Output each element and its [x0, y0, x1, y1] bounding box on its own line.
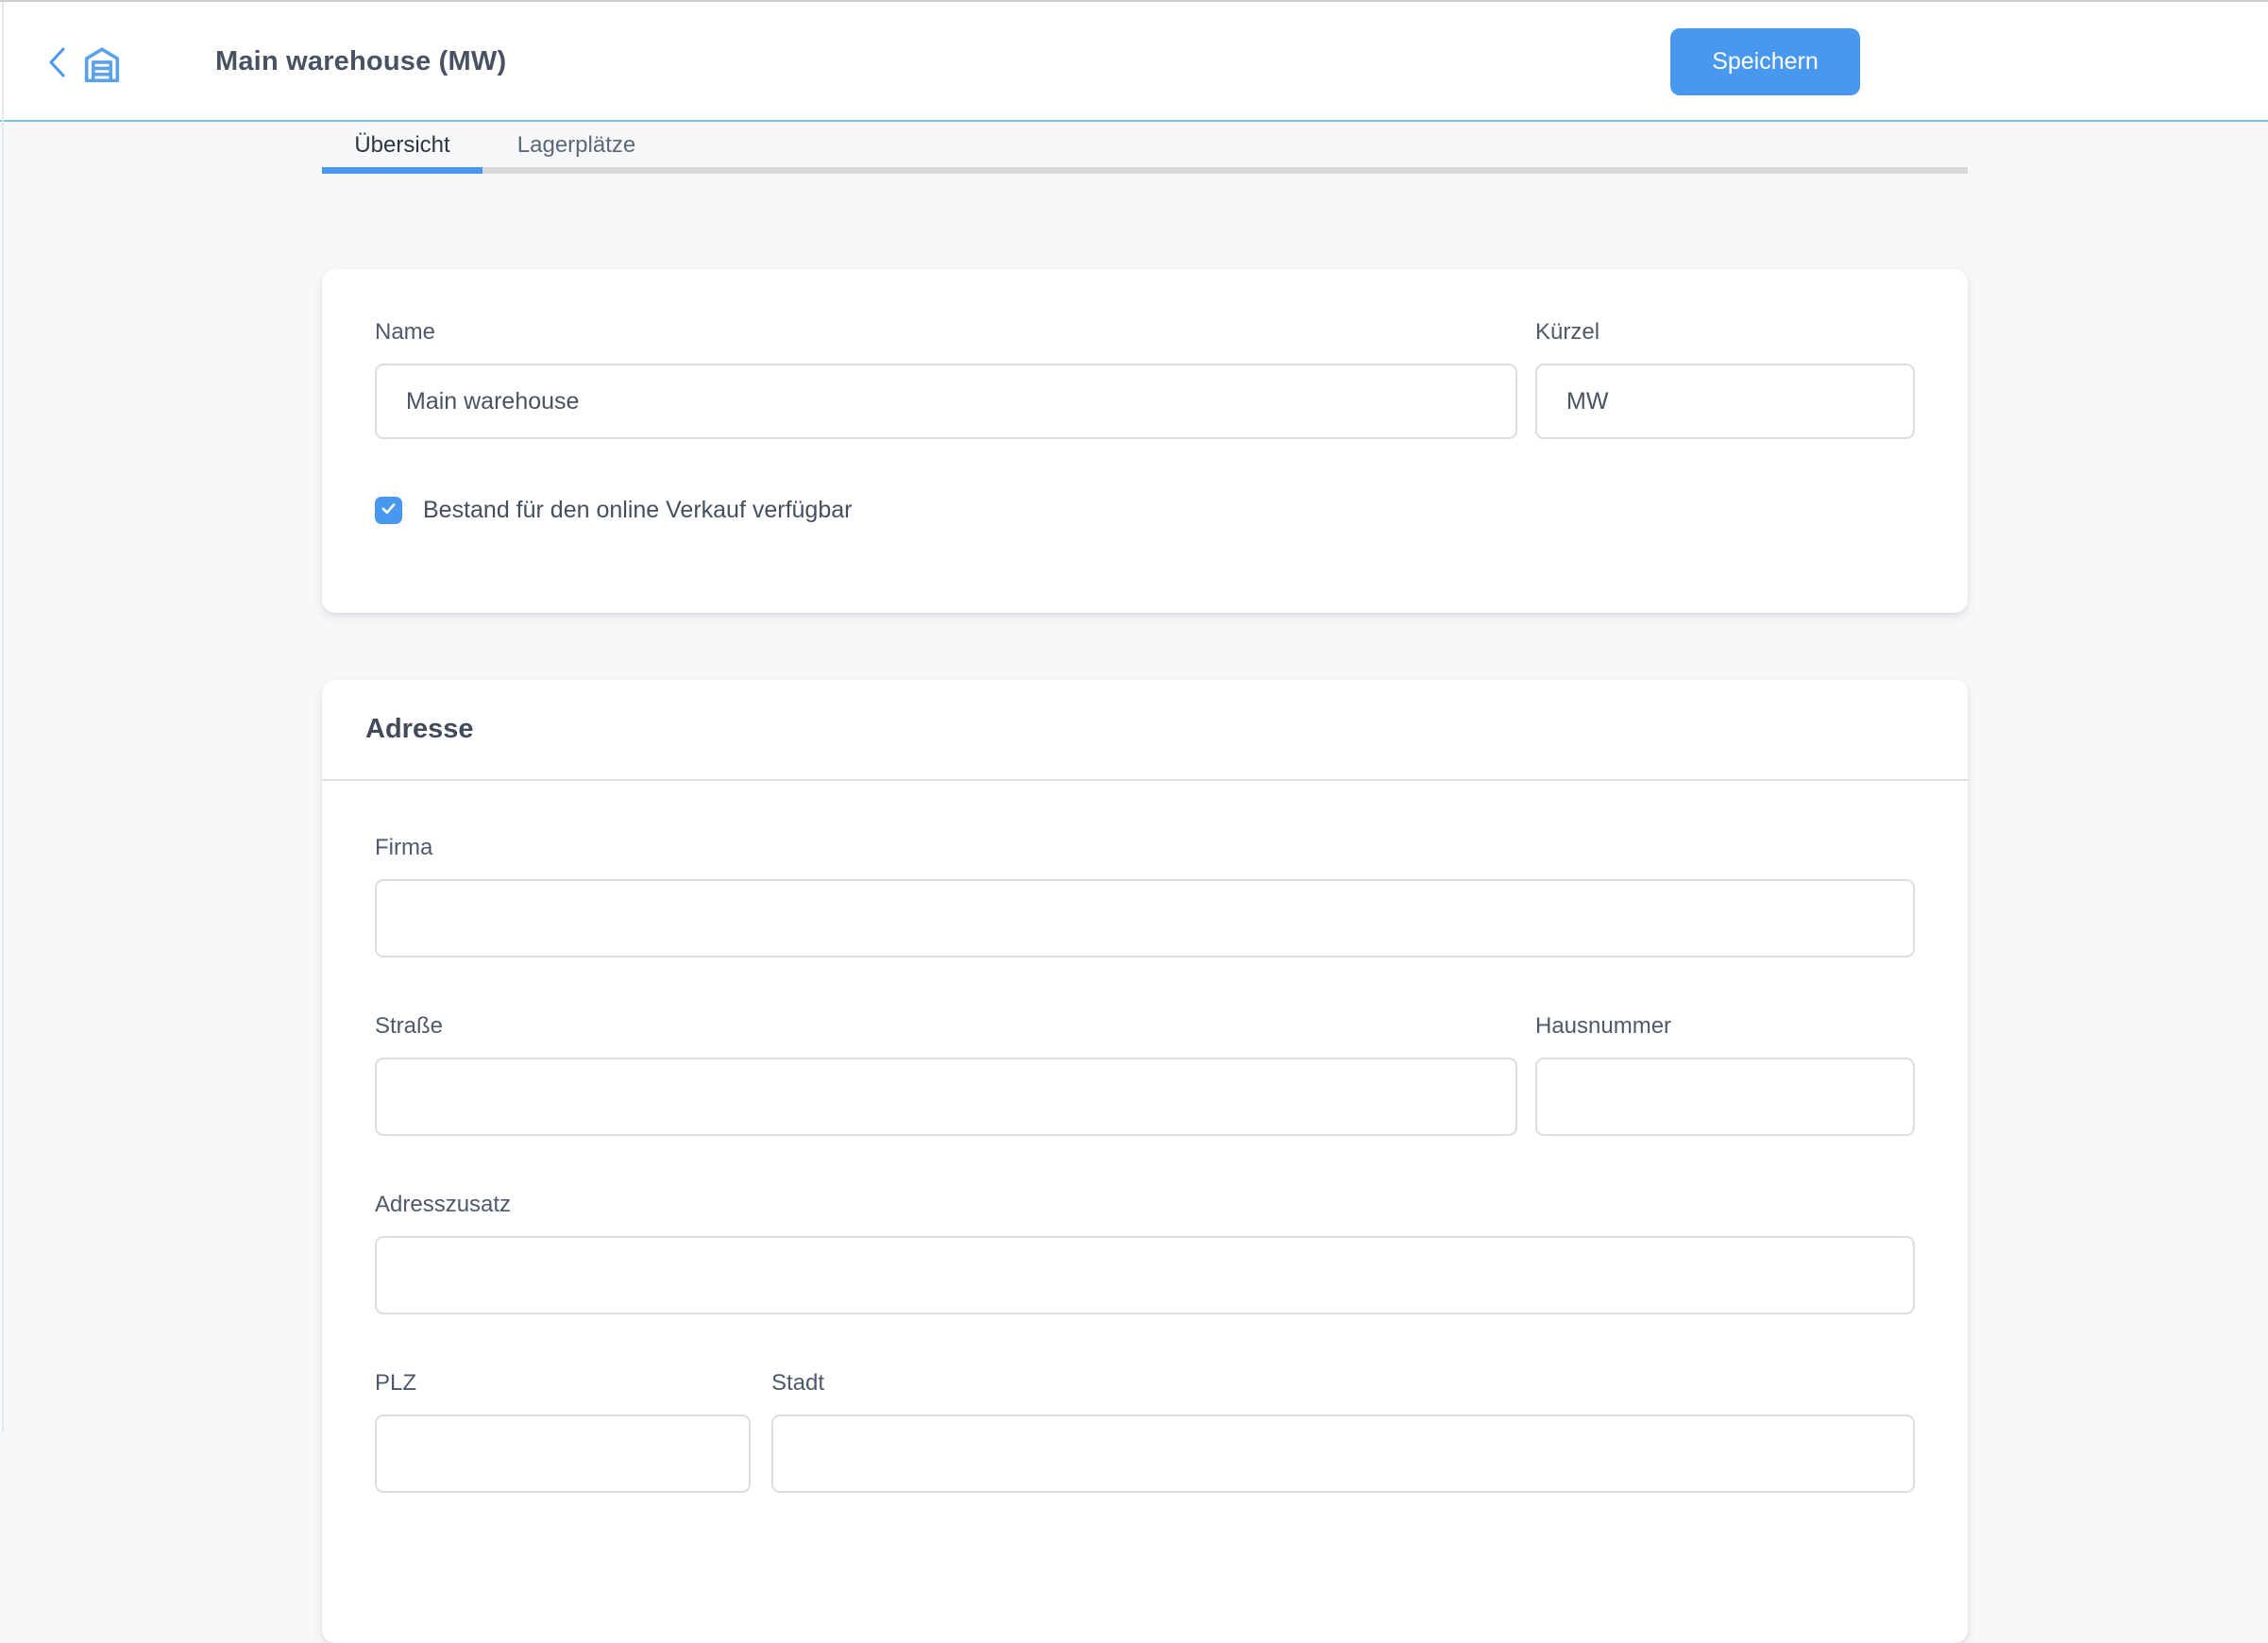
plz-field-group: PLZ — [375, 1371, 751, 1493]
address-card-header: Adresse — [322, 680, 1968, 781]
firma-input[interactable] — [375, 879, 1915, 957]
adresszusatz-label: Adresszusatz — [375, 1192, 512, 1217]
online-stock-row: Bestand für den online Verkauf verfügbar — [375, 497, 1915, 524]
name-label: Name — [375, 319, 436, 345]
stadt-field-group: Stadt — [771, 1371, 1915, 1493]
tab-track — [322, 167, 1968, 174]
general-card: Name Kürzel Bestand für den online Verka… — [322, 269, 1968, 613]
plz-label: PLZ — [375, 1370, 417, 1396]
code-field-group: Kürzel — [1535, 320, 1915, 439]
hausnummer-label: Hausnummer — [1535, 1013, 1672, 1039]
tab-uebersicht[interactable]: Übersicht — [322, 124, 482, 167]
adresszusatz-field-group: Adresszusatz — [375, 1193, 1915, 1314]
name-field-group: Name — [375, 320, 1517, 439]
stadt-label: Stadt — [771, 1370, 825, 1396]
stadt-input[interactable] — [771, 1414, 1915, 1493]
checkmark-icon — [380, 500, 398, 522]
firma-field-group: Firma — [375, 836, 1915, 957]
tab-bar: Übersicht Lagerplätze — [322, 124, 1968, 174]
hausnummer-field-group: Hausnummer — [1535, 1014, 1915, 1136]
firma-label: Firma — [375, 835, 433, 860]
address-card: Adresse Firma Straße Hausnummer Adresszu… — [322, 680, 1968, 1643]
strasse-label: Straße — [375, 1013, 444, 1039]
online-stock-checkbox[interactable] — [375, 497, 402, 524]
strasse-field-group: Straße — [375, 1014, 1517, 1136]
address-heading: Adresse — [365, 714, 474, 744]
tab-lagerplaetze[interactable]: Lagerplätze — [482, 124, 670, 167]
app-left-border — [2, 2, 4, 1433]
hausnummer-input[interactable] — [1535, 1058, 1915, 1136]
kuerzel-input[interactable] — [1535, 364, 1915, 439]
adresszusatz-input[interactable] — [375, 1236, 1915, 1314]
name-input[interactable] — [375, 364, 1517, 439]
strasse-input[interactable] — [375, 1058, 1517, 1136]
active-tab-indicator — [322, 167, 482, 174]
page-title: Main warehouse (MW) — [215, 46, 507, 76]
warehouse-icon — [80, 43, 124, 87]
save-button[interactable]: Speichern — [1670, 28, 1860, 95]
online-stock-label: Bestand für den online Verkauf verfügbar — [423, 497, 853, 523]
back-button[interactable] — [38, 43, 76, 83]
chevron-left-icon — [44, 44, 69, 83]
kuerzel-label: Kürzel — [1535, 319, 1600, 345]
plz-input[interactable] — [375, 1414, 751, 1493]
page-header: Main warehouse (MW) Speichern — [0, 2, 2268, 122]
